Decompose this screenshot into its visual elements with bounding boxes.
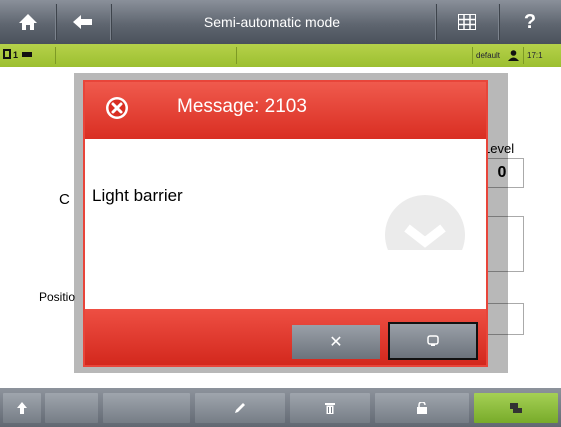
arrow-up-icon xyxy=(17,402,27,414)
back-button[interactable] xyxy=(56,0,110,44)
watermark-icon xyxy=(385,195,465,250)
dialog-message: Light barrier xyxy=(92,186,183,205)
confirm-icon xyxy=(427,335,439,346)
c-label: C xyxy=(59,191,70,208)
message-dialog: Message: 2103 Light barrier ✕ xyxy=(83,80,488,367)
window-icon xyxy=(3,49,11,59)
page-title: Semi-automatic mode xyxy=(203,14,341,30)
close-button[interactable]: ✕ xyxy=(292,325,380,359)
arrow-left-icon xyxy=(73,15,92,29)
home-icon xyxy=(18,14,37,30)
status-number: 1 xyxy=(13,50,19,60)
bottom-toolbar xyxy=(0,388,561,427)
unlock-button[interactable] xyxy=(375,393,469,423)
confirm-button[interactable] xyxy=(388,322,478,360)
up-button[interactable] xyxy=(3,393,41,423)
dialog-footer: ✕ xyxy=(85,309,486,365)
edit-button[interactable] xyxy=(195,393,285,423)
dialog-title: Message: 2103 xyxy=(177,96,307,117)
position-label: Positio xyxy=(39,290,76,304)
help-button[interactable]: ? xyxy=(499,0,561,44)
status-bar-icon xyxy=(22,52,32,57)
status-bar: 1 default 17:1 xyxy=(0,44,561,67)
dialog-header: Message: 2103 xyxy=(85,82,486,139)
delete-button[interactable] xyxy=(290,393,370,423)
separator xyxy=(55,47,56,64)
user-icon xyxy=(508,50,519,61)
toolbar-button-empty[interactable] xyxy=(45,393,98,423)
trash-icon xyxy=(325,403,335,414)
top-bar: Semi-automatic mode ? xyxy=(0,0,561,44)
unlock-icon xyxy=(417,402,427,414)
calculator-button[interactable] xyxy=(436,0,498,44)
close-circle-icon xyxy=(106,97,128,119)
stamp-icon xyxy=(510,403,522,413)
pencil-icon xyxy=(235,403,245,413)
home-button[interactable] xyxy=(0,0,55,44)
separator xyxy=(523,47,524,64)
clock: 17:1 xyxy=(527,51,543,60)
calculator-icon xyxy=(458,14,476,30)
toolbar-button-empty[interactable] xyxy=(103,393,190,423)
stamp-button[interactable] xyxy=(474,393,558,423)
separator xyxy=(236,47,237,64)
user-name: default xyxy=(476,51,501,60)
separator xyxy=(472,47,473,64)
